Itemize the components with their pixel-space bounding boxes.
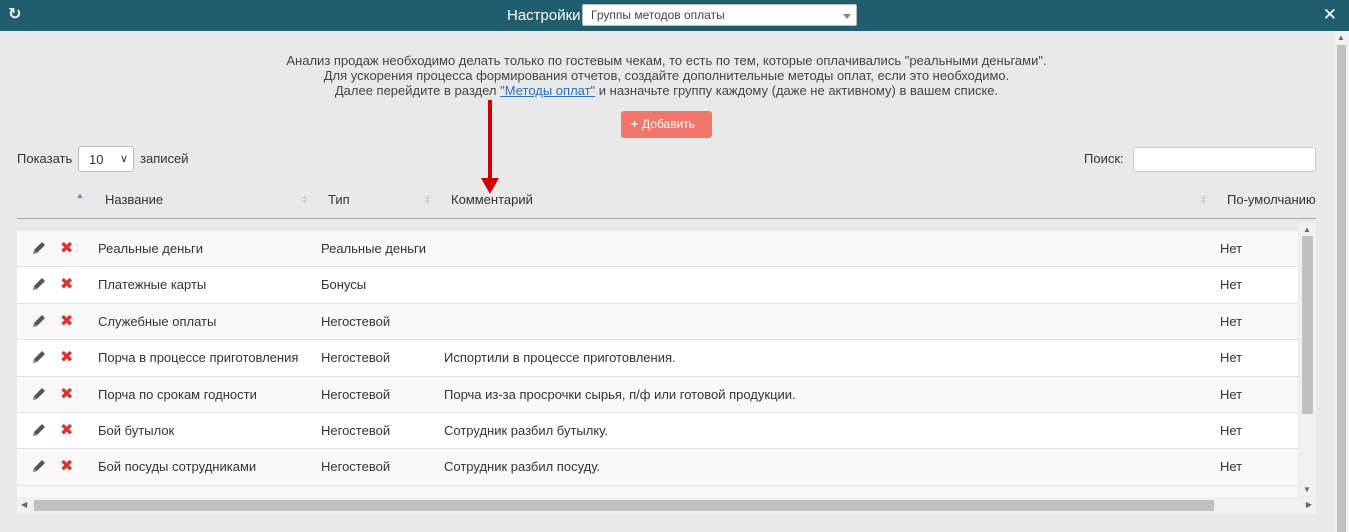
sort-icon[interactable]: ▲ ▼ [424,194,431,206]
scrollbar-thumb[interactable] [34,500,1214,511]
edit-pencil-icon[interactable] [31,313,47,329]
table-row: ✖ Порча по срокам годности Негостевой Порча… [17,376,1298,413]
plus-icon: + [631,117,639,131]
page-title: Настройки [507,7,581,24]
chevron-down-icon: ∨ [119,153,128,165]
cell-type: Реальные деньги [321,241,427,256]
show-label: Показать [17,151,73,166]
top-bar: ↻ Настройки Группы методов оплаты ✕ [0,0,1349,31]
info-line-2: Для ускорения процесса формирования отче… [323,68,1010,83]
cell-default: Нет [1220,313,1243,329]
delete-icon[interactable]: ✖ [60,238,73,258]
chevron-down-icon [843,14,851,19]
settings-section-select[interactable]: Группы методов оплаты [582,4,857,26]
page-length-select[interactable]: 10 ∨ [78,146,134,172]
settings-section-select-value: Группы методов оплаты [591,8,725,22]
edit-pencil-icon[interactable] [31,386,47,402]
edit-pencil-icon[interactable] [31,240,47,256]
info-line-3: Далее перейдите в раздел "Методы оплат" … [0,83,1333,98]
table-row: ✖ Бой бутылок Негостевой Сотрудник разбил б… [17,412,1298,450]
column-header-type[interactable]: Тип [328,192,350,207]
cell-comment: Порча из-за просрочки сырья, п/ф или гот… [444,386,796,402]
cell-default: Нет [1220,422,1243,438]
table-row: ✖ Платежные карты Бонусы Нет [17,267,1298,304]
table-horizontal-scrollbar[interactable]: ◀ ▶ [17,497,1316,514]
scroll-down-icon[interactable]: ▼ [1303,485,1311,494]
edit-pencil-icon[interactable] [31,276,47,292]
edit-pencil-icon[interactable] [31,458,47,474]
cell-name: Служебные оплаты [98,313,217,329]
page-length-value: 10 [89,152,104,167]
info-line-3-prefix: Далее перейдите в раздел [334,83,501,98]
table-row: ✖ Реальные деньги Реальные деньги Нет [17,231,1298,268]
add-button[interactable]: + Добавить [621,111,712,138]
cell-comment: Сотрудник разбил бутылку. [444,422,608,438]
scrollbar-thumb[interactable] [1302,236,1313,414]
cell-name: Порча по срокам годности [98,386,257,402]
edit-pencil-icon[interactable] [31,422,47,438]
cell-default: Нет [1220,386,1243,402]
scroll-left-icon[interactable]: ◀ [21,500,27,509]
cell-type: Негостевой [321,386,391,402]
cell-default: Нет [1220,350,1243,366]
cell-type: Негостевой [321,422,391,438]
table-row: ✖ [17,485,1298,497]
scroll-right-icon[interactable]: ▶ [1306,500,1312,509]
table-header: ▲ Название ▲ ▼ Тип ▲ ▼ Комментарий ▲ ▼ По-у… [17,182,1316,219]
scroll-up-icon[interactable]: ▲ [1303,225,1311,234]
cell-comment: Сотрудник разбил посуду. [444,459,601,475]
page-vertical-scrollbar[interactable]: ▲ [1334,31,1349,532]
cell-name: Бой посуды сотрудниками [98,459,257,475]
delete-icon[interactable]: ✖ [60,274,73,294]
column-header-comment[interactable]: Комментарий [451,192,533,207]
add-button-label: Добавить [642,117,696,131]
cell-default: Нет [1220,241,1243,256]
info-text: Анализ продаж необходимо делать только п… [0,53,1333,98]
payment-methods-link[interactable]: "Методы оплат" [500,83,595,98]
cell-type: Бонусы [321,277,367,293]
edit-pencil-icon[interactable] [31,349,47,365]
close-icon[interactable]: ✕ [1323,6,1337,24]
sort-icon[interactable]: ▲ ▼ [1200,194,1207,206]
table-row: ✖ Бой посуды сотрудниками Негостевой Сотруд… [17,449,1298,486]
column-header-default[interactable]: По-умолчанию [1227,192,1316,207]
delete-icon[interactable]: ✖ [60,420,73,440]
cell-name: Реальные деньги [98,241,204,256]
cell-name: Платежные карты [98,277,207,293]
table-body: ✖ Реальные деньги Реальные деньги Нет ✖ Плате… [17,231,1298,497]
search-label: Поиск: [1084,151,1124,166]
scrollbar-thumb[interactable] [1337,45,1346,532]
delete-icon[interactable]: ✖ [60,311,73,331]
cell-type: Негостевой [321,313,391,329]
cell-comment: Испортили в процессе приготовления. [444,350,676,366]
cell-default: Нет [1220,459,1243,475]
table-row: ✖ Служебные оплаты Негостевой Нет [17,303,1298,341]
table-vertical-scrollbar[interactable]: ▲ ▼ [1299,223,1316,496]
annotation-arrow [488,100,492,184]
table-row: ✖ Порча в процессе приготовления Негостево… [17,340,1298,377]
column-header-name[interactable]: Название [105,192,163,207]
info-line-3-suffix: и назначьте группу каждому (даже не акти… [595,83,999,98]
delete-icon[interactable]: ✖ [60,384,73,404]
sort-asc-icon[interactable]: ▲ [76,191,84,200]
info-line-1: Анализ продаж необходимо делать только п… [286,53,1047,68]
cell-name: Бой бутылок [98,422,175,438]
cell-name: Порча в процессе приготовления [98,350,299,366]
sort-icon[interactable]: ▲ ▼ [301,194,308,206]
cell-type: Негостевой [321,459,391,475]
scroll-up-icon[interactable]: ▲ [1337,33,1345,42]
records-label: записей [140,151,189,166]
cell-default: Нет [1220,277,1243,293]
search-input[interactable] [1133,147,1316,172]
refresh-icon[interactable]: ↻ [8,7,24,23]
delete-icon[interactable]: ✖ [60,456,73,476]
delete-icon[interactable]: ✖ [60,347,73,367]
cell-type: Негостевой [321,350,391,366]
